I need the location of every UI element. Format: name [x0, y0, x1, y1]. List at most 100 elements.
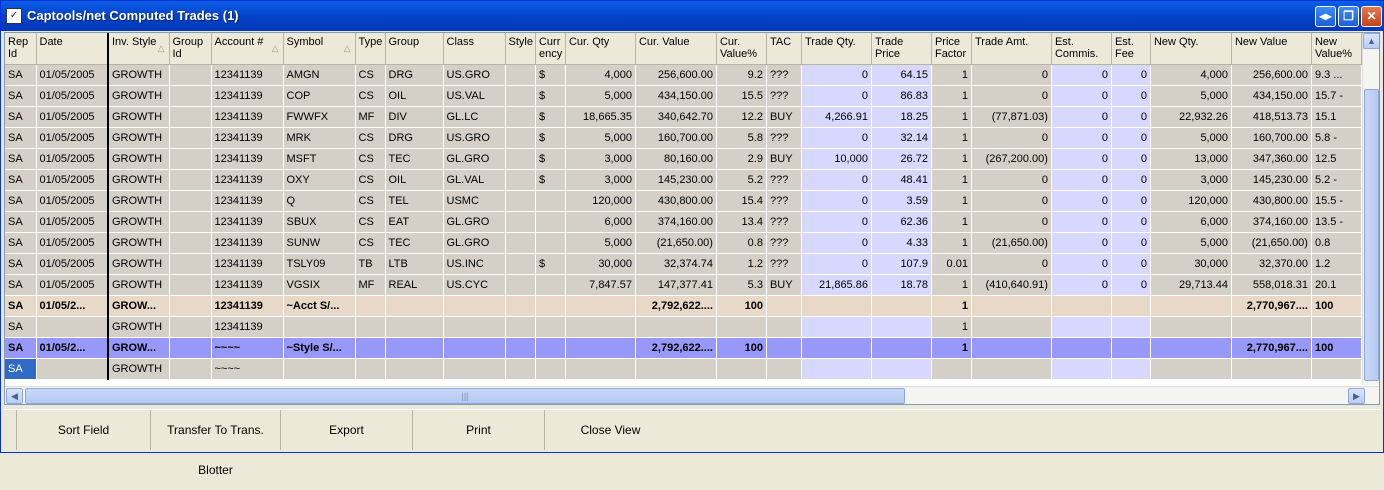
table-cell[interactable]: 86.83 — [871, 85, 932, 107]
table-cell[interactable] — [565, 337, 636, 359]
table-cell[interactable]: 01/05/2005 — [36, 106, 109, 128]
table-cell[interactable]: GROWTH — [107, 211, 170, 233]
horizontal-scrollbar[interactable]: ◀ ||| ▶ — [5, 386, 1379, 404]
table-cell[interactable] — [971, 316, 1052, 338]
table-cell[interactable]: GROW... — [107, 337, 170, 359]
table-cell[interactable]: 2,770,967.... — [1231, 337, 1312, 359]
table-cell[interactable] — [169, 64, 212, 86]
table-cell[interactable]: 1 — [931, 337, 972, 359]
table-cell[interactable]: 120,000 — [565, 190, 636, 212]
table-cell[interactable]: 01/05/2005 — [36, 253, 109, 275]
table-cell[interactable]: 9.3 ... — [1311, 64, 1362, 86]
table-cell[interactable]: 62.36 — [871, 211, 932, 233]
table-cell[interactable]: 18,665.35 — [565, 106, 636, 128]
table-cell[interactable]: GROWTH — [107, 127, 170, 149]
table-cell[interactable] — [505, 85, 536, 107]
column-header[interactable]: Trade Qty. — [801, 33, 872, 65]
close-view-button[interactable]: Close View — [544, 410, 676, 450]
maximize-button[interactable]: ❐ — [1338, 6, 1359, 27]
table-cell[interactable] — [355, 316, 386, 338]
table-cell[interactable] — [355, 295, 386, 317]
table-row[interactable]: SA 01/05/2005 GROWTH 12341139 TSLY09 TB LTB US.… — [5, 253, 1362, 275]
column-header[interactable]: New Qty. — [1150, 33, 1232, 65]
table-cell[interactable]: EAT — [385, 211, 444, 233]
table-row[interactable]: SA 01/05/2005 GROWTH 12341139 FWWFX MF DIV GL.L… — [5, 106, 1362, 128]
table-cell[interactable]: 22,932.26 — [1150, 106, 1232, 128]
table-cell[interactable]: 20.1 — [1311, 274, 1362, 296]
table-cell[interactable] — [283, 358, 356, 380]
table-cell[interactable]: 12341139 — [211, 274, 284, 296]
table-cell[interactable]: 1 — [931, 316, 972, 338]
table-cell[interactable]: TB — [355, 253, 386, 275]
table-cell[interactable] — [505, 316, 536, 338]
table-cell[interactable]: OIL — [385, 169, 444, 191]
table-cell[interactable]: (410,640.91) — [971, 274, 1052, 296]
table-cell[interactable]: 12.5 — [1311, 148, 1362, 170]
restore-icon[interactable]: ◂▸ — [1315, 6, 1336, 27]
table-cell[interactable] — [635, 316, 717, 338]
table-cell[interactable]: 12.2 — [716, 106, 767, 128]
table-cell[interactable]: 3,000 — [565, 169, 636, 191]
table-cell[interactable]: 1.2 — [716, 253, 767, 275]
column-header[interactable]: Est. Fee — [1111, 33, 1151, 65]
scroll-up-icon[interactable]: ▲ — [1363, 33, 1379, 49]
table-cell[interactable] — [716, 316, 767, 338]
table-cell[interactable] — [801, 316, 872, 338]
table-cell[interactable] — [535, 295, 566, 317]
table-cell[interactable] — [1051, 337, 1112, 359]
table-cell[interactable]: 15.7 - — [1311, 85, 1362, 107]
table-cell[interactable]: DRG — [385, 64, 444, 86]
table-cell[interactable] — [766, 337, 802, 359]
table-cell[interactable]: 374,160.00 — [635, 211, 717, 233]
table-cell[interactable]: 30,000 — [565, 253, 636, 275]
table-cell[interactable] — [169, 253, 212, 275]
table-cell[interactable]: 0 — [1051, 64, 1112, 86]
table-cell[interactable] — [535, 316, 566, 338]
table-cell[interactable] — [385, 295, 444, 317]
table-cell[interactable] — [931, 358, 972, 380]
column-header[interactable]: Type — [355, 33, 386, 65]
table-cell[interactable] — [871, 316, 932, 338]
table-cell[interactable]: 0.8 — [1311, 232, 1362, 254]
table-cell[interactable]: 0 — [801, 85, 872, 107]
table-cell[interactable]: 1 — [931, 211, 972, 233]
table-cell[interactable] — [505, 190, 536, 212]
table-cell[interactable]: 12341139 — [211, 211, 284, 233]
table-cell[interactable]: 374,160.00 — [1231, 211, 1312, 233]
table-cell[interactable]: SUNW — [283, 232, 356, 254]
table-cell[interactable]: ~~~~ — [211, 358, 284, 380]
table-cell[interactable]: 418,513.73 — [1231, 106, 1312, 128]
table-cell[interactable]: 18.78 — [871, 274, 932, 296]
table-cell[interactable]: $ — [535, 85, 566, 107]
table-cell[interactable]: SA — [5, 232, 37, 254]
table-cell[interactable]: 434,150.00 — [635, 85, 717, 107]
table-cell[interactable]: US.GRO — [443, 64, 506, 86]
table-cell[interactable]: ??? — [766, 64, 802, 86]
sort-field-button[interactable]: Sort Field — [16, 410, 150, 450]
table-cell[interactable]: 12341139 — [211, 316, 284, 338]
title-bar[interactable]: ✓ Captools/net Computed Trades (1) ◂▸ ❐ … — [1, 1, 1383, 31]
table-cell[interactable]: 10,000 — [801, 148, 872, 170]
table-cell[interactable]: 0 — [1111, 85, 1151, 107]
close-button[interactable]: ✕ — [1361, 6, 1382, 27]
table-cell[interactable]: (21,650.00) — [635, 232, 717, 254]
table-cell[interactable] — [1150, 358, 1232, 380]
table-cell[interactable]: 30,000 — [1150, 253, 1232, 275]
table-cell[interactable]: GROWTH — [107, 232, 170, 254]
table-cell[interactable]: 0 — [801, 232, 872, 254]
table-cell[interactable]: GROWTH — [107, 169, 170, 191]
table-cell[interactable]: 01/05/2005 — [36, 211, 109, 233]
table-cell[interactable] — [505, 106, 536, 128]
table-cell[interactable]: ??? — [766, 232, 802, 254]
table-cell[interactable] — [565, 316, 636, 338]
table-cell[interactable]: 256,600.00 — [1231, 64, 1312, 86]
table-row[interactable]: SA 01/05/2005 GROWTH 12341139 OXY CS OIL GL.VAL… — [5, 169, 1362, 191]
table-cell[interactable]: VGSIX — [283, 274, 356, 296]
table-cell[interactable]: ~Acct S/... — [283, 295, 356, 317]
table-cell[interactable]: TEC — [385, 148, 444, 170]
table-cell[interactable]: 0 — [1051, 253, 1112, 275]
horizontal-scroll-thumb[interactable]: ||| — [25, 388, 905, 404]
table-cell[interactable]: CS — [355, 211, 386, 233]
table-cell[interactable]: (267,200.00) — [971, 148, 1052, 170]
trades-grid[interactable]: Rep Id Date Inv. Style △ Group Id Account # △ S… — [4, 32, 1380, 405]
